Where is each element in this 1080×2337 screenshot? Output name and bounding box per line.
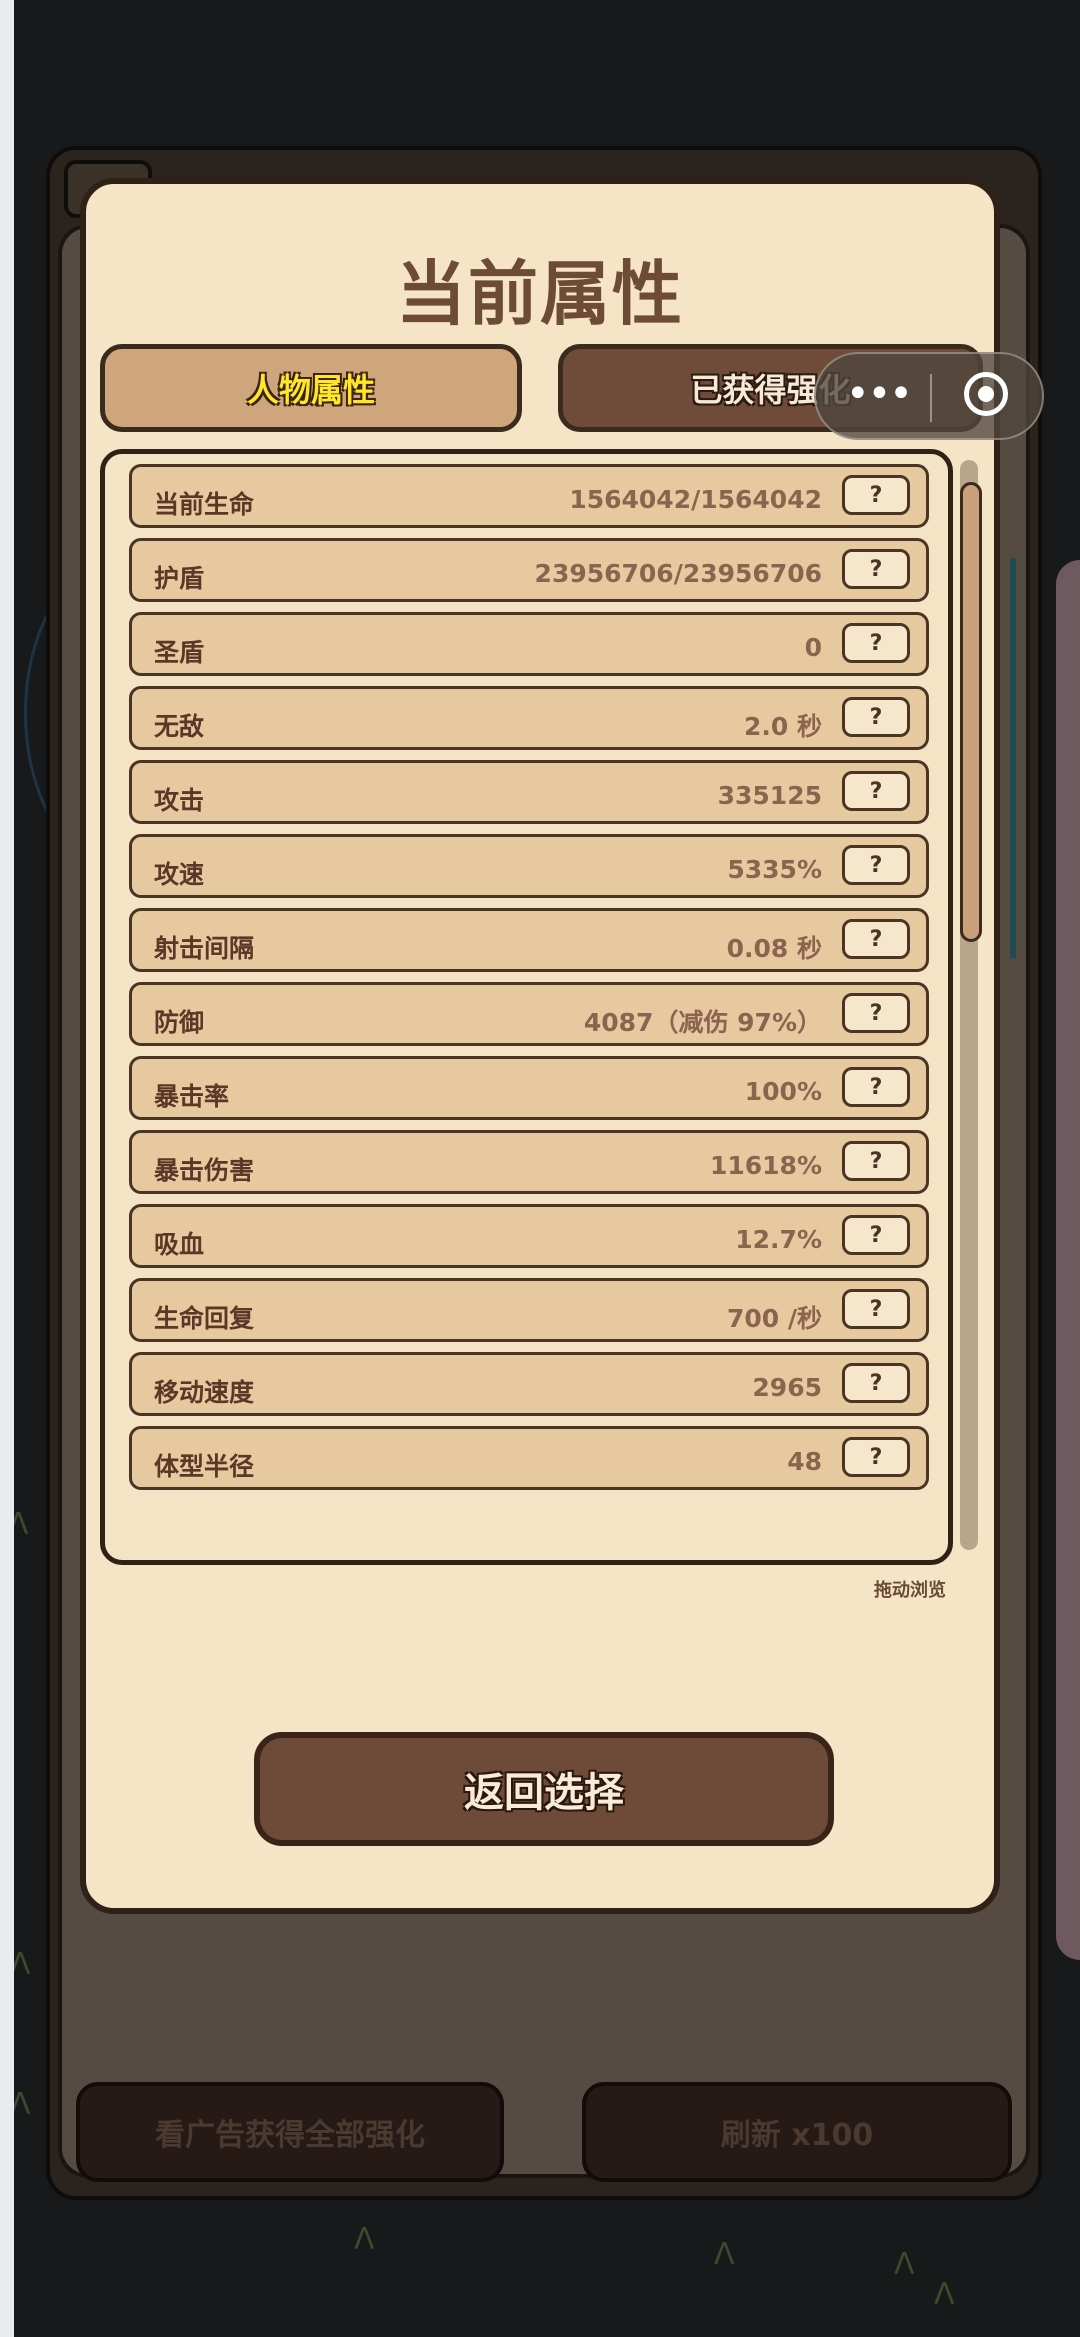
return-select-button[interactable]: 返回选择 (254, 1732, 834, 1846)
grass-decoration: ᐱ (354, 2222, 375, 2257)
more-dots-icon[interactable]: ••• (846, 374, 913, 414)
stats-list: 当前生命 1564042/1564042? 护盾 23956706/23956706?… (129, 464, 929, 1500)
stat-row: 移动速度 2965? (129, 1352, 929, 1416)
stat-help-button[interactable]: ? (842, 845, 910, 885)
stat-label: 防御 (154, 1008, 205, 1037)
record-circle-icon[interactable] (964, 372, 1008, 416)
stat-help-button[interactable]: ? (842, 771, 910, 811)
grass-decoration: ᐱ (894, 2247, 915, 2282)
stat-value: 0.08 秒 (726, 934, 822, 963)
stat-label: 暴击伤害 (154, 1156, 255, 1185)
stat-help-button[interactable]: ? (842, 697, 910, 737)
stat-help-button[interactable]: ? (842, 993, 910, 1033)
stat-label: 射击间隔 (154, 934, 255, 963)
stat-label: 当前生命 (154, 490, 255, 519)
refresh-button[interactable]: 刷新 x100 (582, 2082, 1012, 2182)
stat-value: 23956706/23956706 (534, 559, 822, 588)
stat-help-button[interactable]: ? (842, 1141, 910, 1181)
stat-row: 吸血 12.7%? (129, 1204, 929, 1268)
stat-label: 移动速度 (154, 1378, 255, 1407)
stat-value: 700 /秒 (726, 1304, 822, 1333)
stat-help-button[interactable]: ? (842, 1215, 910, 1255)
stat-value: 1564042/1564042 (569, 485, 822, 514)
stat-value: 11618% (709, 1151, 822, 1180)
stat-row: 暴击伤害 11618%? (129, 1130, 929, 1194)
grass-decoration: ᐱ (14, 2087, 31, 2122)
stat-label: 护盾 (154, 564, 205, 593)
stat-help-button[interactable]: ? (842, 919, 910, 959)
stat-value: 0 (804, 633, 822, 662)
stat-row: 攻速 5335%? (129, 834, 929, 898)
stat-value: 2965 (752, 1373, 822, 1402)
drag-hint: 拖动浏览 (874, 1580, 946, 1601)
stat-help-button[interactable]: ? (842, 1437, 910, 1477)
stat-label: 生命回复 (154, 1304, 255, 1333)
stat-row: 射击间隔 0.08 秒? (129, 908, 929, 972)
grass-decoration: ᐱ (714, 2237, 735, 2272)
stat-row: 无敌 2.0 秒? (129, 686, 929, 750)
stats-list-frame[interactable]: 当前生命 1564042/1564042? 护盾 23956706/23956706?… (100, 449, 953, 1565)
stat-value: 12.7% (735, 1225, 822, 1254)
stat-label: 圣盾 (154, 638, 205, 667)
modal-title: 当前属性 (396, 253, 684, 335)
stat-row: 防御 4087（减伤 97%）? (129, 982, 929, 1046)
stat-value: 5335% (727, 855, 822, 884)
stat-row: 圣盾 0? (129, 612, 929, 676)
stat-value: 2.0 秒 (744, 712, 822, 741)
stat-label: 攻速 (154, 860, 205, 889)
stat-row: 暴击率 100%? (129, 1056, 929, 1120)
stat-label: 吸血 (154, 1230, 205, 1259)
board-accent (1010, 558, 1016, 958)
stat-help-button[interactable]: ? (842, 549, 910, 589)
stat-label: 暴击率 (154, 1082, 230, 1111)
stat-row: 护盾 23956706/23956706? (129, 538, 929, 602)
stat-row: 当前生命 1564042/1564042? (129, 464, 929, 528)
stat-value: 4087（减伤 97%） (583, 1008, 822, 1037)
stat-label: 无敌 (154, 712, 205, 741)
stat-help-button[interactable]: ? (842, 1289, 910, 1329)
stat-help-button[interactable]: ? (842, 475, 910, 515)
stat-help-button[interactable]: ? (842, 1067, 910, 1107)
background-shape (1056, 560, 1080, 1960)
grass-decoration: ᐱ (14, 1507, 29, 1542)
tab-character-attributes[interactable]: 人物属性 (100, 344, 522, 432)
grass-decoration: ᐱ (14, 1947, 31, 1982)
stat-help-button[interactable]: ? (842, 623, 910, 663)
stat-row: 攻击 335125? (129, 760, 929, 824)
stat-label: 攻击 (154, 786, 205, 815)
capsule-divider (930, 374, 932, 422)
stat-row: 体型半径 48? (129, 1426, 929, 1490)
stat-value: 100% (744, 1077, 822, 1106)
grass-decoration: ᐱ (934, 2277, 955, 2312)
scrollbar-thumb[interactable] (960, 482, 982, 942)
mini-program-capsule: ••• (814, 352, 1044, 440)
stat-help-button[interactable]: ? (842, 1363, 910, 1403)
stat-row: 生命回复 700 /秒? (129, 1278, 929, 1342)
stat-value: 48 (787, 1447, 822, 1476)
stat-value: 335125 (717, 781, 822, 810)
watch-ad-all-upgrades-button[interactable]: 看广告获得全部强化 (76, 2082, 504, 2182)
stat-label: 体型半径 (154, 1452, 255, 1481)
